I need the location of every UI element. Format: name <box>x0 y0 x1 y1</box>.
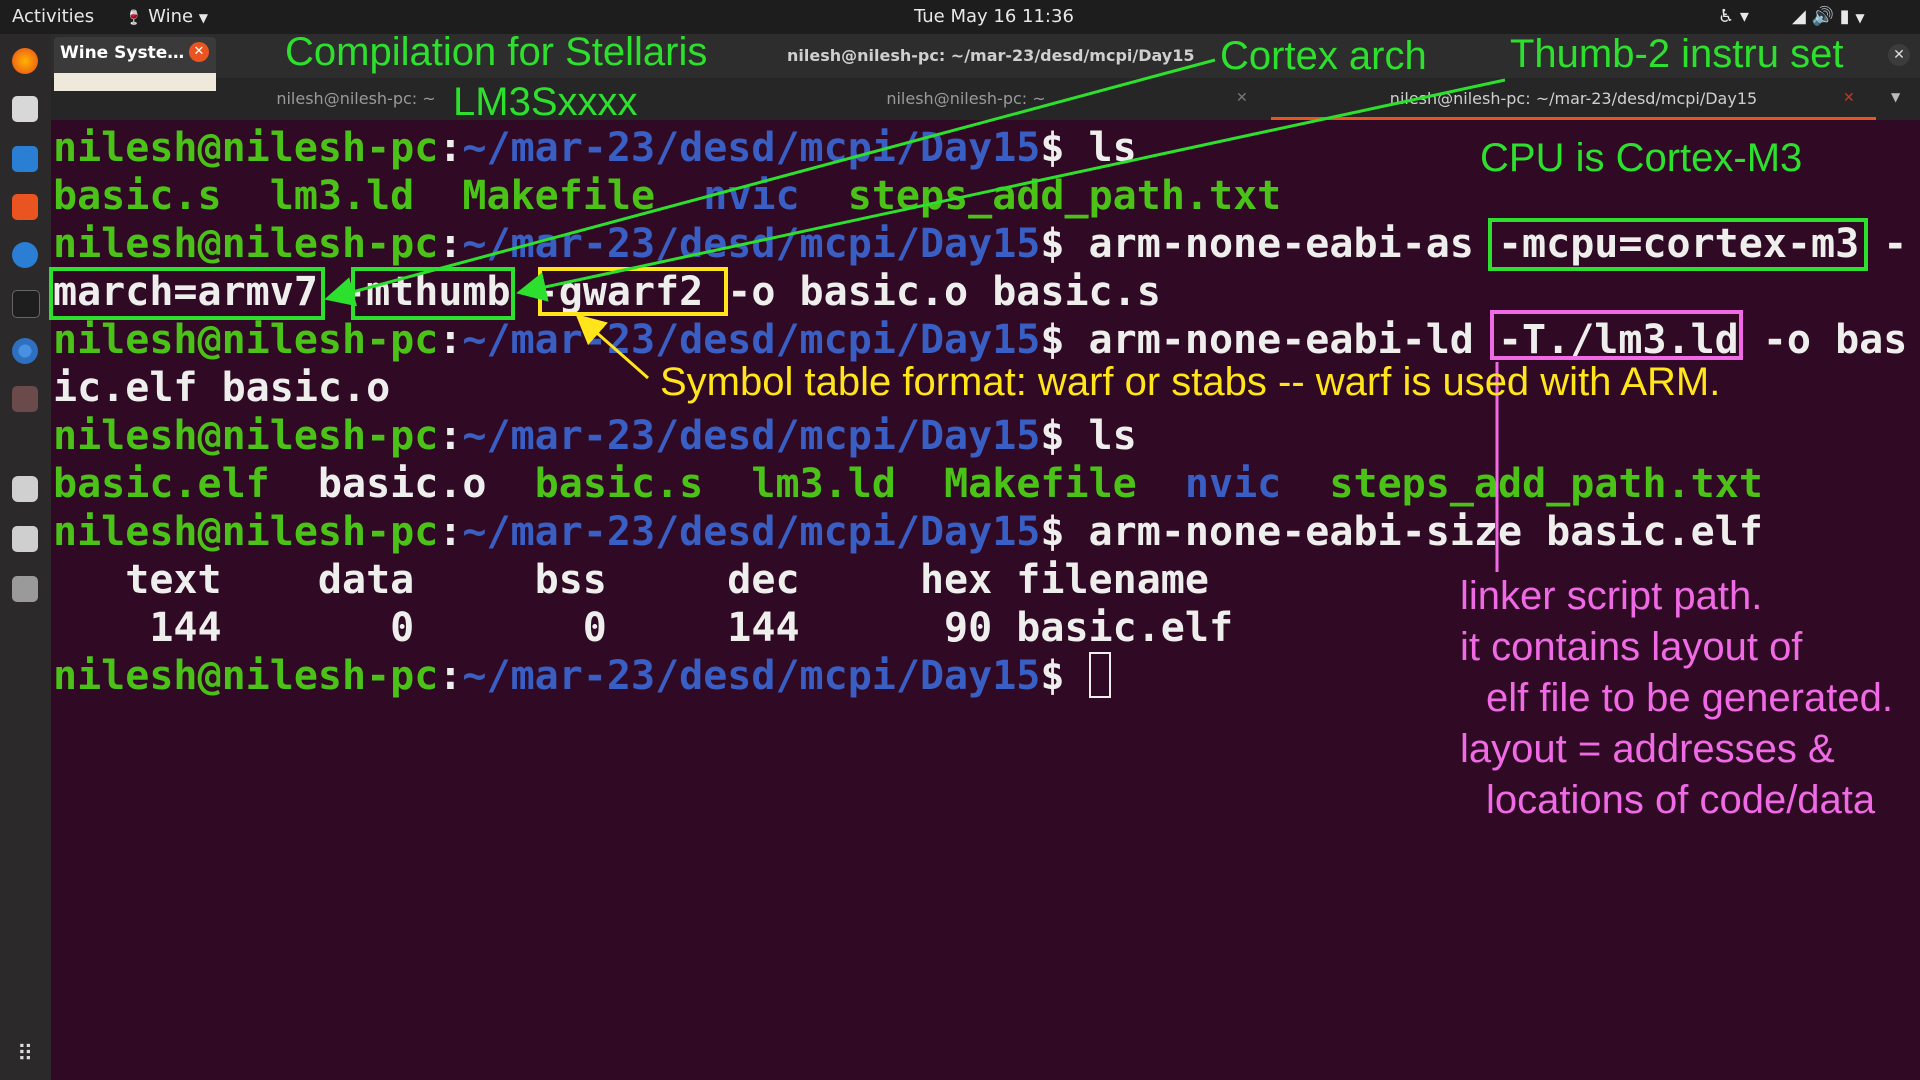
camera-icon[interactable] <box>12 476 38 502</box>
terminal-line: nilesh@nilesh-pc:~/mar-23/desd/mcpi/Day1… <box>53 652 1111 700</box>
linker-script-highlight-box <box>1490 310 1743 360</box>
terminal-icon[interactable] <box>12 290 40 318</box>
window-title: nilesh@nilesh-pc: ~/mar-23/desd/mcpi/Day… <box>787 46 1195 65</box>
battery-icon: ▮ <box>1839 6 1850 27</box>
annotation-compilation-target: LM3Sxxxx <box>453 80 638 124</box>
gwarf2-highlight-box <box>538 267 728 316</box>
terminal-cursor <box>1088 652 1111 698</box>
terminal-line: nilesh@nilesh-pc:~/mar-23/desd/mcpi/Day1… <box>53 413 1137 459</box>
tab-label: nilesh@nilesh-pc: ~ <box>276 89 436 108</box>
tab-close-icon[interactable]: ✕ <box>1236 90 1248 106</box>
system-status-icons[interactable]: ◢ 🔊 ▮ ▼ <box>1792 6 1865 27</box>
annotation-linker-1: linker script path. <box>1460 574 1763 618</box>
activities-button[interactable]: Activities <box>12 6 94 27</box>
app-menu[interactable]: 🍷 Wine ▼ <box>125 6 208 27</box>
annotation-symbol-table: Symbol table format: warf or stabs -- wa… <box>660 360 1721 404</box>
terminal-line: nilesh@nilesh-pc:~/mar-23/desd/mcpi/Day1… <box>53 509 1763 555</box>
tab-row: nilesh@nilesh-pc: ~ nilesh@nilesh-pc: ~ … <box>51 78 1920 120</box>
display-icon[interactable] <box>12 526 38 552</box>
march-highlight-box <box>49 267 325 320</box>
tab-2[interactable]: nilesh@nilesh-pc: ~ <box>661 78 1271 120</box>
terminal-line: basic.elf basic.o basic.s lm3.ld Makefil… <box>53 461 1763 507</box>
close-icon[interactable]: ✕ <box>189 42 209 62</box>
annotation-cpu: CPU is Cortex-M3 <box>1480 136 1803 180</box>
firefox-icon[interactable] <box>12 48 38 74</box>
app-menu-label: Wine <box>148 6 194 27</box>
mthumb-highlight-box <box>351 267 515 320</box>
chevron-down-icon: ▼ <box>198 11 209 25</box>
tab-close-icon[interactable]: ✕ <box>1843 90 1855 106</box>
wine-glass-icon: 🍷 <box>125 10 143 26</box>
tab-menu-icon[interactable]: ▼ <box>1891 90 1900 104</box>
software-icon[interactable] <box>12 194 38 220</box>
annotation-thumb2: Thumb-2 instru set <box>1510 32 1844 76</box>
ssd-icon[interactable] <box>12 576 38 602</box>
terminal-line: nilesh@nilesh-pc:~/mar-23/desd/mcpi/Day1… <box>53 125 1137 171</box>
annotation-linker-3: elf file to be generated. <box>1486 676 1893 720</box>
accessibility-icon[interactable]: ♿ ▾ <box>1718 6 1749 27</box>
clock[interactable]: Tue May 16 11:36 <box>914 6 1074 27</box>
apps-grid-icon[interactable]: ⠿ <box>12 1042 38 1068</box>
dock: ⠿ <box>0 34 51 1080</box>
mcpu-highlight-box <box>1488 218 1868 271</box>
annotation-linker-4: layout = addresses & <box>1460 727 1835 771</box>
writer-icon[interactable] <box>12 146 38 172</box>
tab-3-active[interactable]: nilesh@nilesh-pc: ~/mar-23/desd/mcpi/Day… <box>1271 78 1876 120</box>
terminal-line: ic.elf basic.o <box>53 365 391 411</box>
files-icon[interactable] <box>12 96 38 122</box>
help-icon[interactable] <box>12 242 38 268</box>
volume-icon: 🔊 <box>1811 6 1834 27</box>
annotation-linker-2: it contains layout of <box>1460 625 1803 669</box>
annotation-linker-5: locations of code/data <box>1486 778 1876 822</box>
terminal-line: basic.s lm3.ld Makefile nvic steps_add_p… <box>53 173 1282 219</box>
notification-title: Wine Syste… <box>60 43 185 63</box>
top-bar: Activities 🍷 Wine ▼ Tue May 16 11:36 ♿ ▾… <box>0 0 1920 34</box>
wifi-icon: ◢ <box>1792 6 1806 27</box>
chevron-down-icon: ▼ <box>1855 11 1865 25</box>
annotation-compilation: Compilation for Stellaris <box>285 30 708 74</box>
size-header: text data bss dec hex filename <box>53 557 1209 603</box>
wine-icon[interactable] <box>12 386 38 412</box>
annotation-cortex-arch: Cortex arch <box>1220 34 1427 78</box>
close-window-icon[interactable]: ✕ <box>1888 44 1910 66</box>
notification-preview <box>54 73 216 91</box>
tab-label: nilesh@nilesh-pc: ~/mar-23/desd/mcpi/Day… <box>1389 89 1758 108</box>
tab-label: nilesh@nilesh-pc: ~ <box>886 89 1046 108</box>
chrome-icon[interactable] <box>12 338 38 364</box>
wine-notification[interactable]: Wine Syste… ✕ <box>54 37 216 91</box>
size-row: 144 0 0 144 90 basic.elf <box>53 605 1234 651</box>
